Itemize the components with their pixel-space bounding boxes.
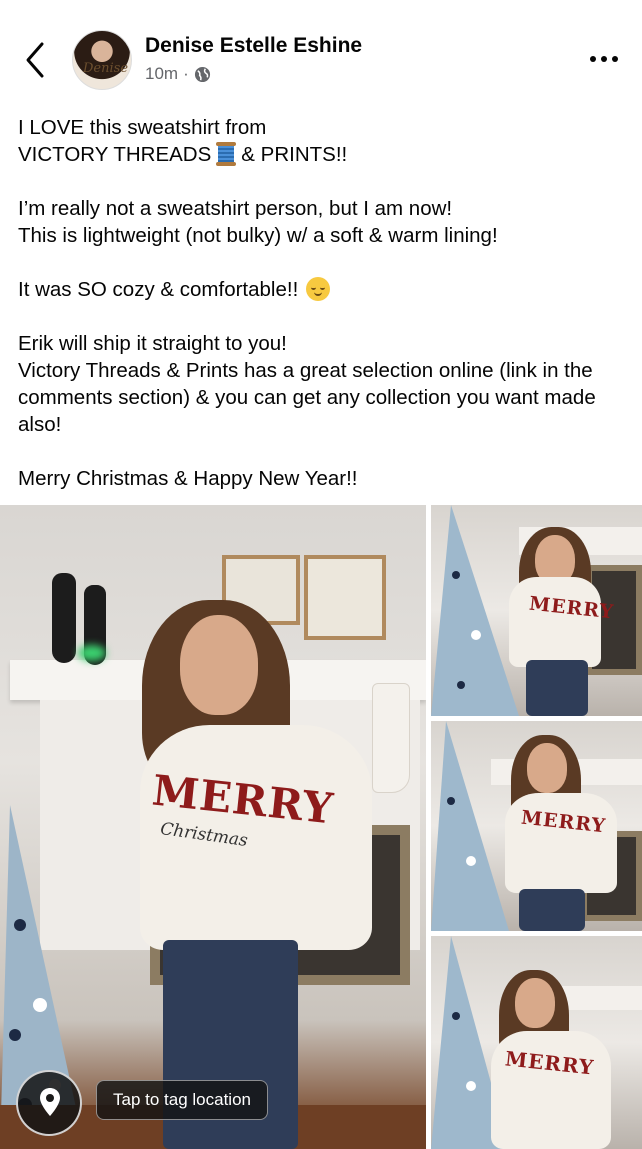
post-photo-2[interactable]: MERRY (431, 505, 642, 716)
tag-location-button[interactable] (16, 1070, 82, 1136)
post-timestamp[interactable]: 10m (145, 64, 178, 84)
post-paragraph-3: It was SO cozy & comfortable!! (18, 276, 628, 303)
globe-icon (194, 66, 210, 82)
relieved-face-emoji (305, 277, 330, 301)
post-header: Denise Denise Estelle Eshine 10m · (0, 0, 642, 112)
chevron-left-icon[interactable] (18, 38, 54, 82)
post-photo-4[interactable]: MERRY (431, 936, 642, 1149)
post-line-2: VICTORY THREADS & PRINTS!! (18, 142, 348, 166)
meta-separator: · (183, 64, 189, 83)
post-photo-main[interactable]: MERRY Christmas (0, 505, 426, 1149)
post-paragraph-2: I’m really not a sweatshirt person, but … (18, 197, 498, 247)
avatar-signature: Denise (83, 61, 129, 76)
post-paragraph-5: Merry Christmas & Happy New Year!! (18, 467, 358, 490)
post-line-1: I LOVE this sweatshirt from (18, 116, 267, 139)
tag-location-label[interactable]: Tap to tag location (96, 1080, 268, 1120)
post-text: I LOVE this sweatshirt from VICTORY THRE… (18, 114, 628, 492)
spool-of-thread-emoji (215, 142, 237, 166)
post-paragraph-4: Erik will ship it straight to you! Victo… (18, 332, 596, 436)
more-dots-icon[interactable] (590, 50, 620, 68)
avatar[interactable]: Denise (72, 30, 132, 90)
post-photo-3[interactable]: MERRY (431, 721, 642, 931)
post-meta: 10m · (145, 64, 211, 84)
author-name[interactable]: Denise Estelle Eshine (145, 34, 362, 58)
location-pin-icon (40, 1088, 60, 1116)
